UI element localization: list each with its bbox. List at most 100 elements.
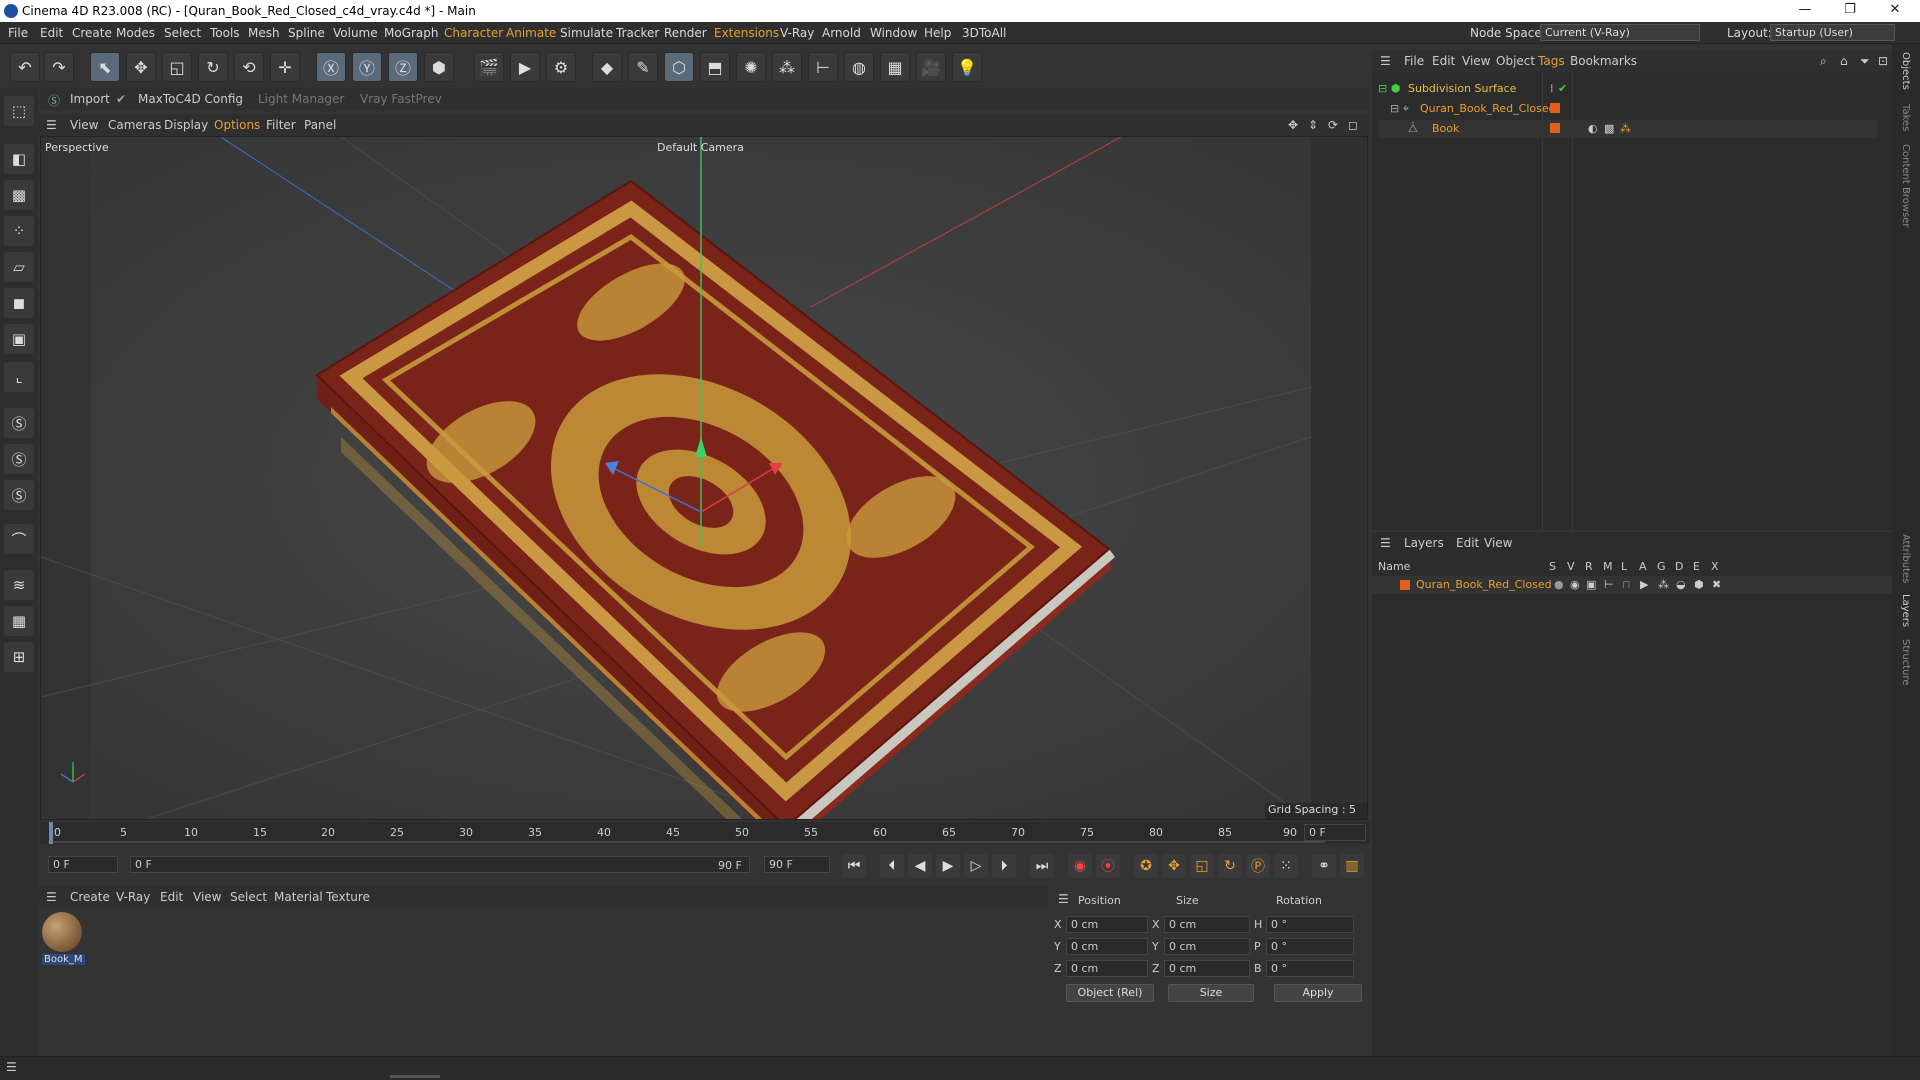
mat-menu-create[interactable]: Create bbox=[70, 890, 110, 904]
layer-manager-icon[interactable]: ⊢ bbox=[1604, 578, 1614, 591]
coordinate-mode-dropdown[interactable]: Object (Rel) bbox=[1066, 984, 1154, 1002]
minimize-button[interactable]: — bbox=[1790, 2, 1820, 17]
vp-zoom-icon[interactable]: ⇕ bbox=[1308, 118, 1318, 132]
timeline-ruler[interactable]: 0 5 10 15 20 25 30 35 40 45 50 55 60 65 … bbox=[40, 822, 1370, 844]
menu-extensions[interactable]: Extensions bbox=[714, 26, 779, 40]
y-axis-icon[interactable]: Ⓨ bbox=[352, 52, 382, 82]
magnet-icon[interactable]: ⌒ bbox=[4, 524, 34, 554]
recent-tools-icon[interactable]: ⟲ bbox=[234, 52, 264, 82]
mat-menu-select[interactable]: Select bbox=[230, 890, 267, 904]
render-view-icon[interactable]: 🎬 bbox=[474, 52, 504, 82]
phong-tag-icon[interactable]: ◐ bbox=[1588, 122, 1598, 135]
menu-arnold[interactable]: Arnold bbox=[822, 26, 861, 40]
go-to-end-icon[interactable]: ⏭ bbox=[1030, 854, 1054, 878]
menu-mograph[interactable]: MoGraph bbox=[384, 26, 439, 40]
status-menu-icon[interactable]: ☰ bbox=[6, 1060, 17, 1074]
import-icon[interactable]: Ⓢ bbox=[48, 92, 60, 109]
vray-fastprev-button[interactable]: Vray FastPrev bbox=[360, 92, 442, 106]
tab-objects[interactable]: Objects bbox=[1900, 52, 1911, 90]
mat-menu-material[interactable]: Material bbox=[274, 890, 323, 904]
menu-3dtoall[interactable]: 3DToAll bbox=[962, 26, 1006, 40]
rotation-p-field[interactable]: 0 ° bbox=[1266, 938, 1354, 955]
key-parameter-icon[interactable]: Ⓟ bbox=[1246, 854, 1270, 878]
texture-mode-icon[interactable]: ▩ bbox=[4, 180, 34, 210]
mat-menu-texture[interactable]: Texture bbox=[326, 890, 370, 904]
layer-color-icon[interactable] bbox=[1400, 580, 1410, 590]
key-rotation-icon[interactable]: ↻ bbox=[1218, 854, 1242, 878]
layer-row[interactable]: Quran_Book_Red_Closed ● ◉ ▣ ⊢ ⊓ ▶ ⁂ ◒ ⬢ … bbox=[1372, 576, 1892, 594]
rotation-b-field[interactable]: 0 ° bbox=[1266, 960, 1354, 977]
layer-menu-edit[interactable]: Edit bbox=[1456, 536, 1479, 550]
material-tag-icon[interactable]: ⁂ bbox=[1620, 122, 1631, 135]
layer-hamburger-icon[interactable]: ☰ bbox=[1380, 536, 1391, 550]
rotate-icon[interactable]: ↻ bbox=[198, 52, 228, 82]
coord-hamburger-icon[interactable]: ☰ bbox=[1058, 892, 1069, 906]
rotation-h-field[interactable]: 0 ° bbox=[1266, 916, 1354, 933]
viewport-3d[interactable]: Perspective Default Camera Grid Spacing … bbox=[40, 136, 1368, 820]
key-scale-icon[interactable]: ◱ bbox=[1190, 854, 1214, 878]
obj-menu-tags[interactable]: Tags bbox=[1538, 54, 1565, 68]
object-row[interactable]: ⊟ ⌖ Quran_Book_Red_Closed bbox=[1378, 100, 1878, 118]
obj-menu-bookmarks[interactable]: Bookmarks bbox=[1570, 54, 1637, 68]
snap-icon[interactable]: Ⓢ bbox=[4, 408, 34, 438]
extrude-icon[interactable]: ⬒ bbox=[700, 52, 730, 82]
cube-icon[interactable]: ◆ bbox=[592, 52, 622, 82]
redo-icon[interactable]: ↷ bbox=[44, 52, 74, 82]
menu-render[interactable]: Render bbox=[664, 26, 707, 40]
field-icon[interactable]: ◍ bbox=[844, 52, 874, 82]
layer-xref-icon[interactable]: ✖ bbox=[1712, 578, 1721, 591]
scale-icon[interactable]: ◱ bbox=[162, 52, 192, 82]
menu-character[interactable]: Character bbox=[444, 26, 503, 40]
layer-animation-icon[interactable]: ▶ bbox=[1640, 578, 1648, 591]
previous-frame-icon[interactable]: ◀ bbox=[908, 854, 932, 878]
layer-lock-icon[interactable]: ⊓ bbox=[1622, 578, 1631, 591]
obj-menu-file[interactable]: File bbox=[1404, 54, 1424, 68]
floor-icon[interactable]: ▦ bbox=[880, 52, 910, 82]
menu-edit[interactable]: Edit bbox=[40, 26, 63, 40]
pen-icon[interactable]: ✎ bbox=[628, 52, 658, 82]
key-pla-icon[interactable]: ⁙ bbox=[1274, 854, 1298, 878]
workplane-icon[interactable]: ≋ bbox=[4, 570, 34, 600]
light-icon[interactable]: 💡 bbox=[952, 52, 982, 82]
points-mode-icon[interactable]: ⁘ bbox=[4, 216, 34, 246]
move-icon[interactable]: ✥ bbox=[126, 52, 156, 82]
locked-workplane-icon[interactable]: ⊞ bbox=[4, 642, 34, 672]
next-frame-icon[interactable]: ▷ bbox=[964, 854, 988, 878]
edges-mode-icon[interactable]: ▱ bbox=[4, 252, 34, 282]
select-icon[interactable]: ⬉ bbox=[90, 52, 120, 82]
vp-menu-filter[interactable]: Filter bbox=[266, 118, 296, 132]
undo-icon[interactable]: ↶ bbox=[10, 52, 40, 82]
render-picture-viewer-icon[interactable]: ▶ bbox=[510, 52, 540, 82]
deformer-icon[interactable]: ⊢ bbox=[808, 52, 838, 82]
model-mode-icon[interactable]: ◧ bbox=[4, 144, 34, 174]
layer-name[interactable]: Quran_Book_Red_Closed bbox=[1416, 578, 1552, 591]
position-z-field[interactable]: 0 cm bbox=[1066, 960, 1148, 977]
restore-button[interactable]: ❐ bbox=[1835, 2, 1865, 17]
layer-menu-view[interactable]: View bbox=[1484, 536, 1512, 550]
menu-window[interactable]: Window bbox=[870, 26, 917, 40]
status-scrollbar[interactable] bbox=[390, 1075, 440, 1078]
obj-menu-object[interactable]: Object bbox=[1496, 54, 1535, 68]
menu-modes[interactable]: Modes bbox=[116, 26, 155, 40]
autokey-icon[interactable]: ⦿ bbox=[1096, 854, 1120, 878]
obj-newwindow-icon[interactable]: ⊡ bbox=[1878, 54, 1888, 68]
grid-icon[interactable]: ▦ bbox=[4, 606, 34, 636]
light-manager-button[interactable]: Light Manager bbox=[258, 92, 344, 106]
close-button[interactable]: ✕ bbox=[1880, 2, 1910, 17]
layer-menu-layers[interactable]: Layers bbox=[1404, 536, 1444, 550]
play-icon[interactable]: ▶ bbox=[936, 854, 960, 878]
coordinate-system-icon[interactable]: ⬢ bbox=[424, 52, 454, 82]
menu-spline[interactable]: Spline bbox=[288, 26, 325, 40]
timeline-icon[interactable]: ▥ bbox=[1340, 854, 1364, 878]
obj-menu-edit[interactable]: Edit bbox=[1432, 54, 1455, 68]
hamburger-icon[interactable]: ☰ bbox=[46, 118, 57, 132]
material-name[interactable]: Book_M bbox=[42, 954, 85, 965]
menu-tools[interactable]: Tools bbox=[210, 26, 240, 40]
start-frame-field[interactable]: 0 F bbox=[48, 856, 118, 873]
motion-system-icon[interactable]: ⚭ bbox=[1312, 854, 1336, 878]
object-row[interactable]: ⧊ Book ◐ ▩ ⁂ bbox=[1378, 120, 1878, 138]
size-y-field[interactable]: 0 cm bbox=[1164, 938, 1250, 955]
menu-help[interactable]: Help bbox=[924, 26, 951, 40]
menu-volume[interactable]: Volume bbox=[333, 26, 378, 40]
obj-hamburger-icon[interactable]: ☰ bbox=[1380, 54, 1391, 68]
